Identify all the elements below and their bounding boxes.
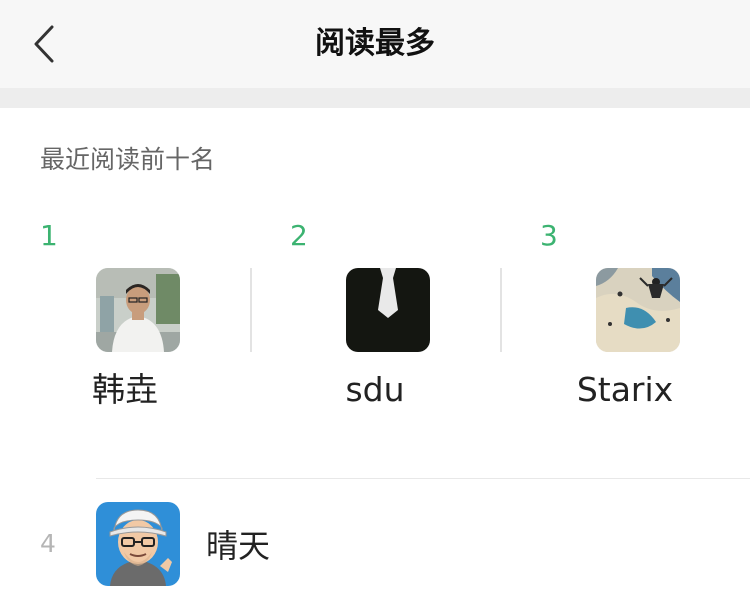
podium-item-1[interactable]: 1 韩垚: [0, 216, 250, 416]
podium-item-2[interactable]: 2 sdu: [250, 216, 500, 416]
avatar[interactable]: [96, 268, 180, 352]
user-name: 韩垚: [92, 370, 158, 409]
avatar[interactable]: [346, 268, 430, 352]
skydiving-photo-avatar: [596, 268, 680, 352]
page-title: 阅读最多: [315, 26, 435, 61]
section-title: 最近阅读前十名: [40, 145, 216, 174]
person-photo-avatar: [96, 268, 180, 352]
rank-number: 3: [540, 219, 558, 252]
user-name: 晴天: [206, 527, 271, 565]
list-item[interactable]: 4 晴天: [0, 500, 750, 592]
avatar[interactable]: [96, 502, 180, 586]
rank-number: 1: [40, 219, 58, 252]
rank-number: 2: [290, 219, 308, 252]
cartoon-man-avatar: [96, 502, 180, 586]
row-divider: [96, 478, 750, 479]
navigation-bar: 阅读最多: [0, 0, 750, 88]
user-name: sdu: [345, 370, 405, 409]
user-name: Starix: [576, 370, 674, 409]
rank-number: 4: [40, 529, 56, 558]
podium-item-3[interactable]: 3 Starix: [500, 216, 750, 416]
avatar[interactable]: [596, 268, 680, 352]
section-separator: [0, 88, 750, 108]
suit-tie-avatar: [346, 268, 430, 352]
